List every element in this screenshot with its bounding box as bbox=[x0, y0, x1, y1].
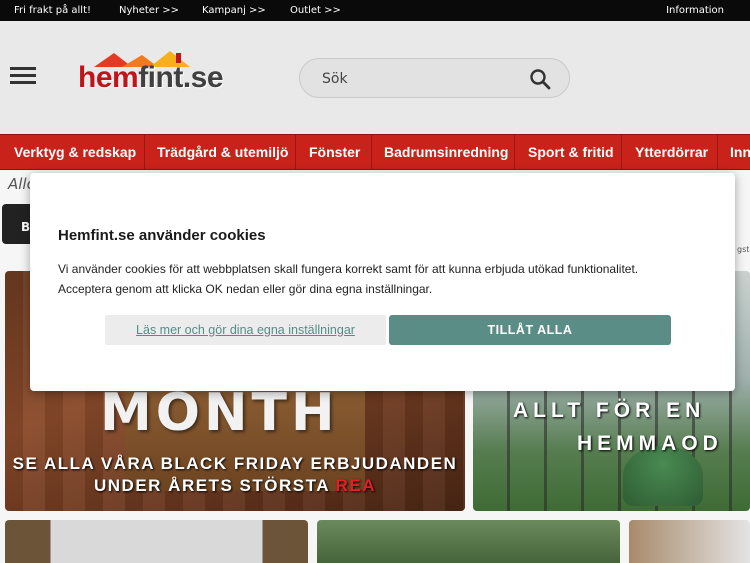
cookie-settings-button[interactable]: Läs mer och gör dina egna inställningar bbox=[105, 315, 386, 345]
nav-divider bbox=[621, 135, 622, 169]
banner-headline: MONTH bbox=[100, 383, 339, 443]
side-text: gsta bbox=[737, 245, 750, 254]
topbar-link-campaign[interactable]: Kampanj >> bbox=[202, 5, 266, 17]
logo-text: hemfint.se bbox=[78, 61, 224, 94]
nav-item-garden[interactable]: Trädgård & utemiljö bbox=[157, 144, 288, 161]
topbar-link-free-shipping[interactable]: Fri frakt på allt! bbox=[14, 5, 91, 17]
category-nav: Verktyg & redskap Trädgård & utemiljö Fö… bbox=[0, 134, 750, 170]
banner-subline-1: SE ALLA VÅRA BLACK FRIDAY ERBJUDANDEN bbox=[12, 454, 458, 473]
banner-subline-2: UNDER ÅRETS STÖRSTA REA bbox=[94, 476, 376, 495]
promo-thumbnail[interactable] bbox=[629, 520, 750, 563]
nav-item-sport[interactable]: Sport & fritid bbox=[528, 144, 614, 161]
cookie-dialog-title: Hemfint.se använder cookies bbox=[58, 227, 266, 244]
search-icon[interactable] bbox=[529, 68, 551, 90]
search-input[interactable] bbox=[322, 69, 522, 89]
nav-item-doors[interactable]: Ytterdörrar bbox=[635, 144, 708, 161]
promo-thumbnail[interactable] bbox=[5, 520, 308, 563]
top-bar: Fri frakt på allt! Nyheter >> Kampanj >>… bbox=[0, 0, 750, 21]
topbar-link-information[interactable]: Information bbox=[666, 5, 724, 17]
nav-item-bathroom[interactable]: Badrumsinredning bbox=[384, 144, 508, 161]
garden-headline-1: ALLT FÖR EN bbox=[513, 399, 706, 422]
garden-headline-2: HEMMAOD bbox=[577, 432, 723, 455]
site-logo[interactable]: hemfint.se bbox=[78, 51, 228, 95]
nav-divider bbox=[371, 135, 372, 169]
topbar-link-outlet[interactable]: Outlet >> bbox=[290, 5, 341, 17]
nav-item-interior[interactable]: Inn bbox=[730, 144, 750, 161]
nav-divider bbox=[144, 135, 145, 169]
nav-item-windows[interactable]: Fönster bbox=[309, 144, 360, 161]
nav-item-tools[interactable]: Verktyg & redskap bbox=[14, 144, 136, 161]
nav-divider bbox=[717, 135, 718, 169]
allow-all-cookies-button[interactable]: TILLÅT ALLA bbox=[389, 315, 671, 345]
cookie-dialog: Hemfint.se använder cookies Vi använder … bbox=[30, 173, 735, 391]
sale-highlight: REA bbox=[335, 476, 376, 495]
search-box bbox=[299, 58, 570, 98]
promo-thumbnail[interactable] bbox=[317, 520, 620, 563]
nav-divider bbox=[514, 135, 515, 169]
topbar-link-news[interactable]: Nyheter >> bbox=[119, 5, 179, 17]
nav-divider bbox=[295, 135, 296, 169]
hamburger-menu-icon[interactable] bbox=[10, 67, 36, 84]
cookie-dialog-text-2: Acceptera genom att klicka OK nedan elle… bbox=[58, 282, 433, 296]
site-header: hemfint.se bbox=[0, 21, 750, 134]
cookie-dialog-text-1: Vi använder cookies för att webbplatsen … bbox=[58, 262, 639, 276]
